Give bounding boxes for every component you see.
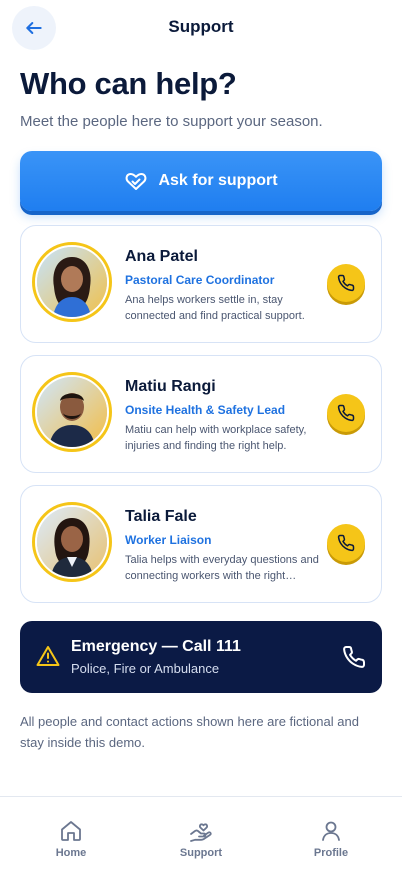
disclaimer-text: All people and contact actions shown her… — [20, 714, 359, 750]
avatar-ring — [32, 502, 112, 582]
avatar-ring — [32, 372, 112, 452]
nav-item-support[interactable]: Support — [156, 819, 246, 859]
contact-card: Matiu Rangi Onsite Health & Safety Lead … — [20, 355, 382, 473]
contact-card: Ana Patel Pastoral Care Coordinator Ana … — [20, 225, 382, 343]
nav-item-profile[interactable]: Profile — [286, 819, 376, 859]
phone-icon — [337, 404, 355, 422]
contact-description: Matiu can help with workplace safety, in… — [125, 424, 307, 452]
user-icon — [322, 821, 340, 841]
contact-name: Talia Fale — [125, 508, 197, 525]
warning-icon — [36, 646, 60, 666]
avatar — [37, 377, 107, 447]
nav-label-support: Support — [179, 847, 223, 859]
contact-name: Ana Patel — [125, 248, 198, 265]
ask-for-support-label: Ask for support — [158, 172, 278, 189]
avatar — [37, 507, 107, 577]
top-bar: Support — [0, 0, 402, 56]
emergency-subtitle: Police, Fire or Ambulance — [71, 661, 220, 676]
call-button[interactable] — [327, 524, 365, 562]
call-button[interactable] — [327, 264, 365, 302]
page-subtitle: Meet the people here to support your sea… — [20, 113, 323, 130]
phone-icon — [337, 274, 355, 292]
avatar — [37, 247, 107, 317]
phone-icon — [343, 645, 366, 668]
phone-icon — [337, 534, 355, 552]
contact-description: Ana helps workers settle in, stay connec… — [125, 294, 305, 322]
contact-role: Worker Liaison — [125, 533, 212, 547]
header-title: Support — [168, 17, 234, 36]
ask-for-support-button[interactable]: Ask for support — [20, 151, 382, 211]
contact-name: Matiu Rangi — [125, 378, 216, 395]
bottom-nav: Home Support Profile — [0, 796, 402, 874]
nav-label-profile: Profile — [313, 847, 349, 859]
call-button[interactable] — [327, 394, 365, 432]
page-title: Who can help? — [20, 66, 237, 101]
home-icon — [61, 821, 81, 841]
contact-card: Talia Fale Worker Liaison Talia helps wi… — [20, 485, 382, 603]
nav-item-home[interactable]: Home — [26, 819, 116, 859]
emergency-call-button[interactable]: Emergency — Call 111 Police, Fire or Amb… — [20, 621, 382, 693]
avatar-ring — [32, 242, 112, 322]
hand-heart-icon — [190, 823, 212, 842]
emergency-title: Emergency — Call 111 — [71, 638, 241, 655]
contact-description: Talia helps with everyday questions and … — [125, 554, 319, 582]
contact-role: Onsite Health & Safety Lead — [125, 403, 286, 417]
contact-role: Pastoral Care Coordinator — [125, 273, 275, 287]
nav-label-home: Home — [55, 847, 87, 859]
heart-hand-icon — [126, 172, 147, 190]
